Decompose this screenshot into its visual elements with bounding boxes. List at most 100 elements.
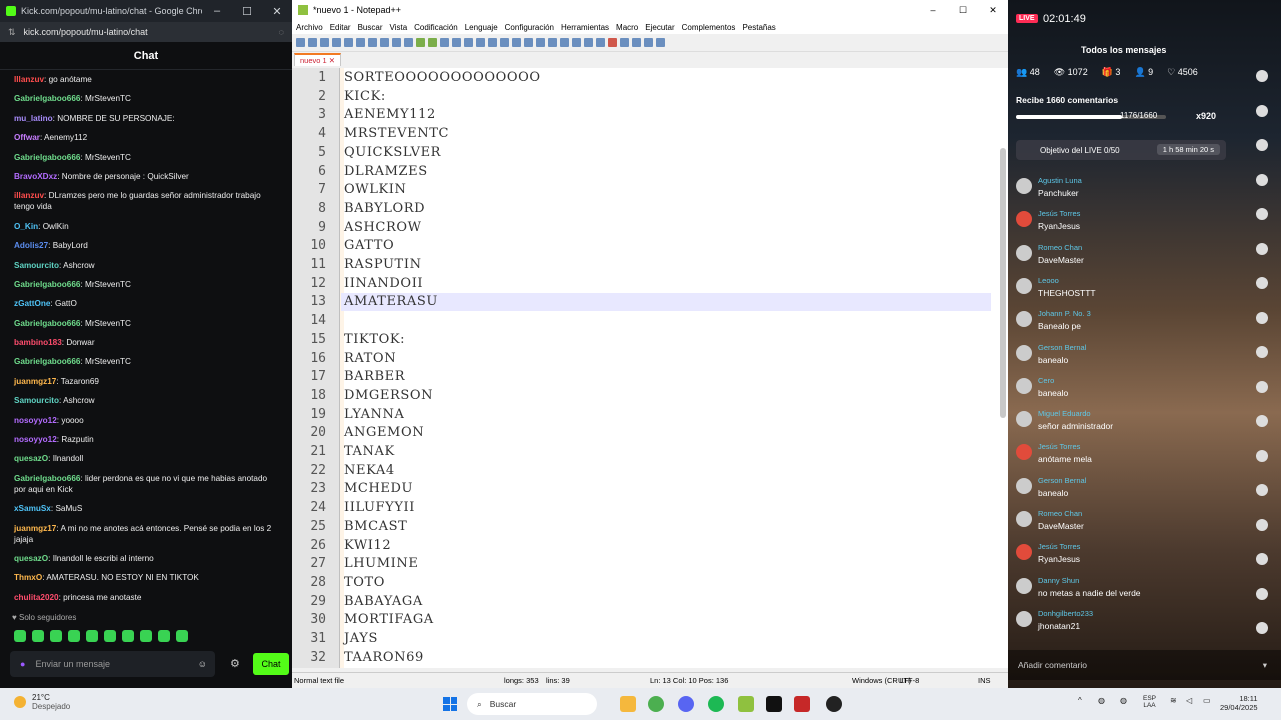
obs-icon[interactable]: [826, 696, 842, 712]
notepadpp-taskbar-icon[interactable]: [738, 696, 754, 712]
code-line[interactable]: IINANDOII: [344, 276, 423, 291]
tab-nuevo-1[interactable]: nuevo 1 ✕: [294, 53, 342, 66]
play-macro-multiple-icon[interactable]: [644, 38, 653, 47]
menu-item[interactable]: Herramientas: [561, 23, 609, 32]
chat-username[interactable]: Gabrielgaboo666: [14, 153, 80, 162]
chat-message[interactable]: Gabrielgaboo666: MrStevenTC: [14, 318, 278, 329]
add-comment-input[interactable]: Añadir comentario ▾: [1008, 650, 1281, 680]
minimize-icon[interactable]: –: [918, 5, 948, 15]
code-line[interactable]: KICK:: [344, 89, 386, 104]
avatar[interactable]: [1256, 380, 1268, 393]
add-comment-placeholder[interactable]: Añadir comentario: [1018, 660, 1087, 670]
chat-message[interactable]: nosoyyo12: yoooo: [14, 415, 278, 426]
emote-icon[interactable]: [14, 630, 26, 642]
chat-message[interactable]: Samourcito: Ashcrow: [14, 260, 278, 271]
commenter-name[interactable]: Jesús Torres: [1038, 209, 1080, 218]
code-line[interactable]: ANGEMON: [344, 425, 424, 440]
chat-username[interactable]: Gabrielgaboo666: [14, 280, 80, 289]
close-icon[interactable]: ✕: [978, 5, 1008, 16]
code-line[interactable]: TANAK: [344, 444, 395, 459]
chat-username[interactable]: Adolis27: [14, 241, 48, 250]
save-all-icon[interactable]: [332, 38, 341, 47]
menu-item[interactable]: Archivo: [296, 23, 323, 32]
avatar[interactable]: [1256, 242, 1268, 255]
avatar[interactable]: [1016, 344, 1032, 361]
chat-message[interactable]: mu_latino: NOMBRE DE SU PERSONAJE:: [14, 113, 278, 124]
chrome-icon[interactable]: [648, 696, 664, 712]
emote-icon[interactable]: [50, 630, 62, 642]
avatar[interactable]: [1016, 277, 1032, 294]
avatar[interactable]: [1256, 277, 1268, 289]
avatar[interactable]: [1256, 104, 1268, 117]
code-line[interactable]: BARBER: [344, 369, 405, 384]
code-line[interactable]: LYANNA: [344, 407, 405, 422]
code-line[interactable]: AENEMY112: [344, 107, 436, 122]
wifi-icon[interactable]: ≋: [1170, 696, 1177, 705]
emote-icon[interactable]: [86, 630, 98, 642]
avatar[interactable]: [1016, 511, 1032, 527]
code-line[interactable]: TIKTOK:: [344, 332, 405, 347]
avatar[interactable]: [1256, 484, 1268, 496]
tray-app-icon[interactable]: ◍: [1098, 696, 1105, 705]
avatar[interactable]: [1256, 311, 1268, 324]
all-messages-filter[interactable]: Todos los mensajes: [1081, 45, 1166, 55]
chat-message[interactable]: quesazO: Ilnandoll: [14, 453, 278, 464]
chat-message[interactable]: BravoXDxz: Nombre de personaje : QuickSi…: [14, 171, 278, 182]
chat-username[interactable]: bambino183: [14, 338, 62, 347]
chat-username[interactable]: juanmgz17: [14, 524, 56, 533]
emoji-picker-icon[interactable]: ☺: [198, 659, 207, 669]
code-line[interactable]: MRSTEVENTC: [344, 126, 449, 141]
play-macro-icon[interactable]: [632, 38, 641, 47]
commenter-name[interactable]: Gerson Bernal: [1038, 343, 1086, 352]
avatar[interactable]: [1256, 346, 1268, 358]
maximize-icon[interactable]: ☐: [948, 5, 978, 16]
find-icon[interactable]: [440, 38, 449, 47]
emote-icon[interactable]: [140, 630, 152, 642]
menu-item[interactable]: Editar: [330, 23, 351, 32]
code-line[interactable]: AMATERASU: [344, 294, 438, 309]
avatar[interactable]: [1016, 444, 1032, 461]
undo-icon[interactable]: [416, 38, 425, 47]
chat-message[interactable]: chulita2020: princesa me anotaste: [14, 592, 278, 603]
avatar[interactable]: [1016, 244, 1032, 261]
avatar[interactable]: [1016, 610, 1032, 627]
paste-icon[interactable]: [404, 38, 413, 47]
chat-username[interactable]: ThmxO: [14, 573, 42, 582]
chat-username[interactable]: nosoyyo12: [14, 416, 57, 425]
cut-icon[interactable]: [380, 38, 389, 47]
address-bar[interactable]: ⇅ kick.com/popout/mu-latino/chat ◌: [0, 22, 292, 42]
avatar[interactable]: [1016, 311, 1032, 328]
sync-vertical-icon[interactable]: [488, 38, 497, 47]
chat-message[interactable]: Adolis27: BabyLord: [14, 240, 278, 251]
chat-username[interactable]: Illanzuv: [14, 75, 44, 84]
chat-message[interactable]: juanmgz17: Tazaron69: [14, 376, 278, 387]
open-file-icon[interactable]: [308, 38, 317, 47]
menu-item[interactable]: Configuración: [505, 23, 554, 32]
taskbar-clock[interactable]: 18:11 29/04/2025: [1220, 694, 1258, 712]
chat-username[interactable]: chulita2020: [14, 593, 59, 602]
vertical-scrollbar[interactable]: [1000, 148, 1006, 418]
avatar[interactable]: [1016, 544, 1032, 561]
eye-slash-icon[interactable]: ◌: [279, 27, 284, 37]
avatar[interactable]: [1016, 211, 1032, 228]
commenter-name[interactable]: Johann P. No. 3: [1038, 309, 1091, 318]
tiktok-icon[interactable]: [766, 696, 782, 712]
app-icon[interactable]: [794, 696, 810, 712]
editor-area[interactable]: 1 2 3 4 5 6 7 8 9 10 11 12 13 14 15 16 17 18 19 20 21 22 23 24 2…: [292, 68, 1008, 668]
chat-message[interactable]: O_Kin: OwlKin: [14, 221, 278, 232]
chat-message-list[interactable]: Illanzuv: go anótame Gabrielgaboo666: MrS…: [0, 70, 292, 603]
volume-icon[interactable]: ◁: [1186, 696, 1192, 705]
chat-username[interactable]: zGattOne: [14, 299, 50, 308]
avatar[interactable]: [1256, 415, 1268, 427]
chat-message[interactable]: bambino183: Donwar: [14, 337, 278, 348]
code-line[interactable]: BABYLORD: [344, 201, 425, 216]
zoom-out-icon[interactable]: [476, 38, 485, 47]
site-info-icon[interactable]: ⇅: [8, 27, 16, 38]
commenter-name[interactable]: Romeo Chan: [1038, 243, 1082, 252]
avatar[interactable]: [1016, 477, 1032, 494]
chat-message[interactable]: Samourcito: Ashcrow: [14, 395, 278, 406]
chat-username[interactable]: Offwar: [14, 133, 40, 142]
replace-icon[interactable]: [452, 38, 461, 47]
avatar[interactable]: [1016, 577, 1032, 594]
chat-message[interactable]: Gabrielgaboo666: MrStevenTC: [14, 279, 278, 290]
